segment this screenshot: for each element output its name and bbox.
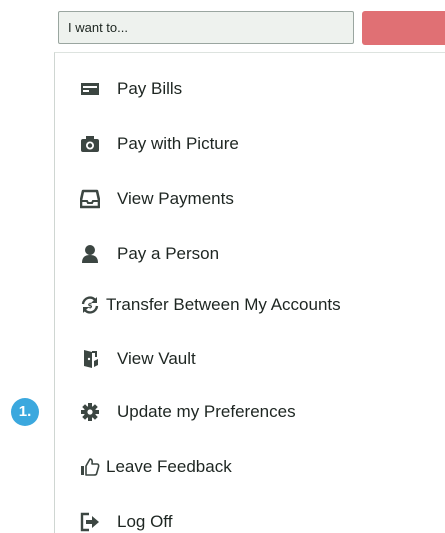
i-want-to-input[interactable] <box>58 11 354 44</box>
page: Pay Bills Pay with Picture View Payments… <box>0 0 445 533</box>
person-icon <box>80 244 100 264</box>
menu-item-label: Transfer Between My Accounts <box>106 295 341 314</box>
step-number-badge: 1. <box>11 398 39 426</box>
menu-item-log-off[interactable]: Log Off <box>80 502 172 533</box>
top-bar <box>0 0 445 56</box>
menu-item-pay-with-picture[interactable]: Pay with Picture <box>80 124 239 164</box>
svg-text:$: $ <box>88 302 93 310</box>
menu-item-label: View Vault <box>117 349 196 368</box>
menu-item-label: Update my Preferences <box>117 402 296 421</box>
log-off-icon <box>80 512 100 532</box>
gear-icon <box>80 402 100 422</box>
menu-item-label: Pay a Person <box>117 244 220 263</box>
camera-icon <box>80 134 100 154</box>
inbox-icon <box>80 189 100 209</box>
menu-item-transfer-between-accounts[interactable]: $ Transfer Between My Accounts <box>80 285 341 325</box>
menu-item-update-preferences[interactable]: Update my Preferences <box>80 392 296 432</box>
menu-item-leave-feedback[interactable]: Leave Feedback <box>80 447 232 487</box>
bill-icon <box>80 79 100 99</box>
menu-item-pay-bills[interactable]: Pay Bills <box>80 69 182 109</box>
menu-item-pay-a-person[interactable]: Pay a Person <box>80 234 219 274</box>
vault-icon <box>80 349 100 369</box>
transfer-icon: $ <box>80 295 100 315</box>
menu-item-label: Pay with Picture <box>117 134 239 153</box>
action-button[interactable] <box>362 11 445 45</box>
menu-item-label: View Payments <box>117 189 234 208</box>
menu-item-label: Pay Bills <box>117 79 183 98</box>
thumbs-up-icon <box>80 457 100 477</box>
menu-item-label: Log Off <box>117 512 173 531</box>
menu-item-label: Leave Feedback <box>106 457 232 476</box>
menu-item-view-vault[interactable]: View Vault <box>80 339 196 379</box>
menu-item-view-payments[interactable]: View Payments <box>80 179 234 219</box>
